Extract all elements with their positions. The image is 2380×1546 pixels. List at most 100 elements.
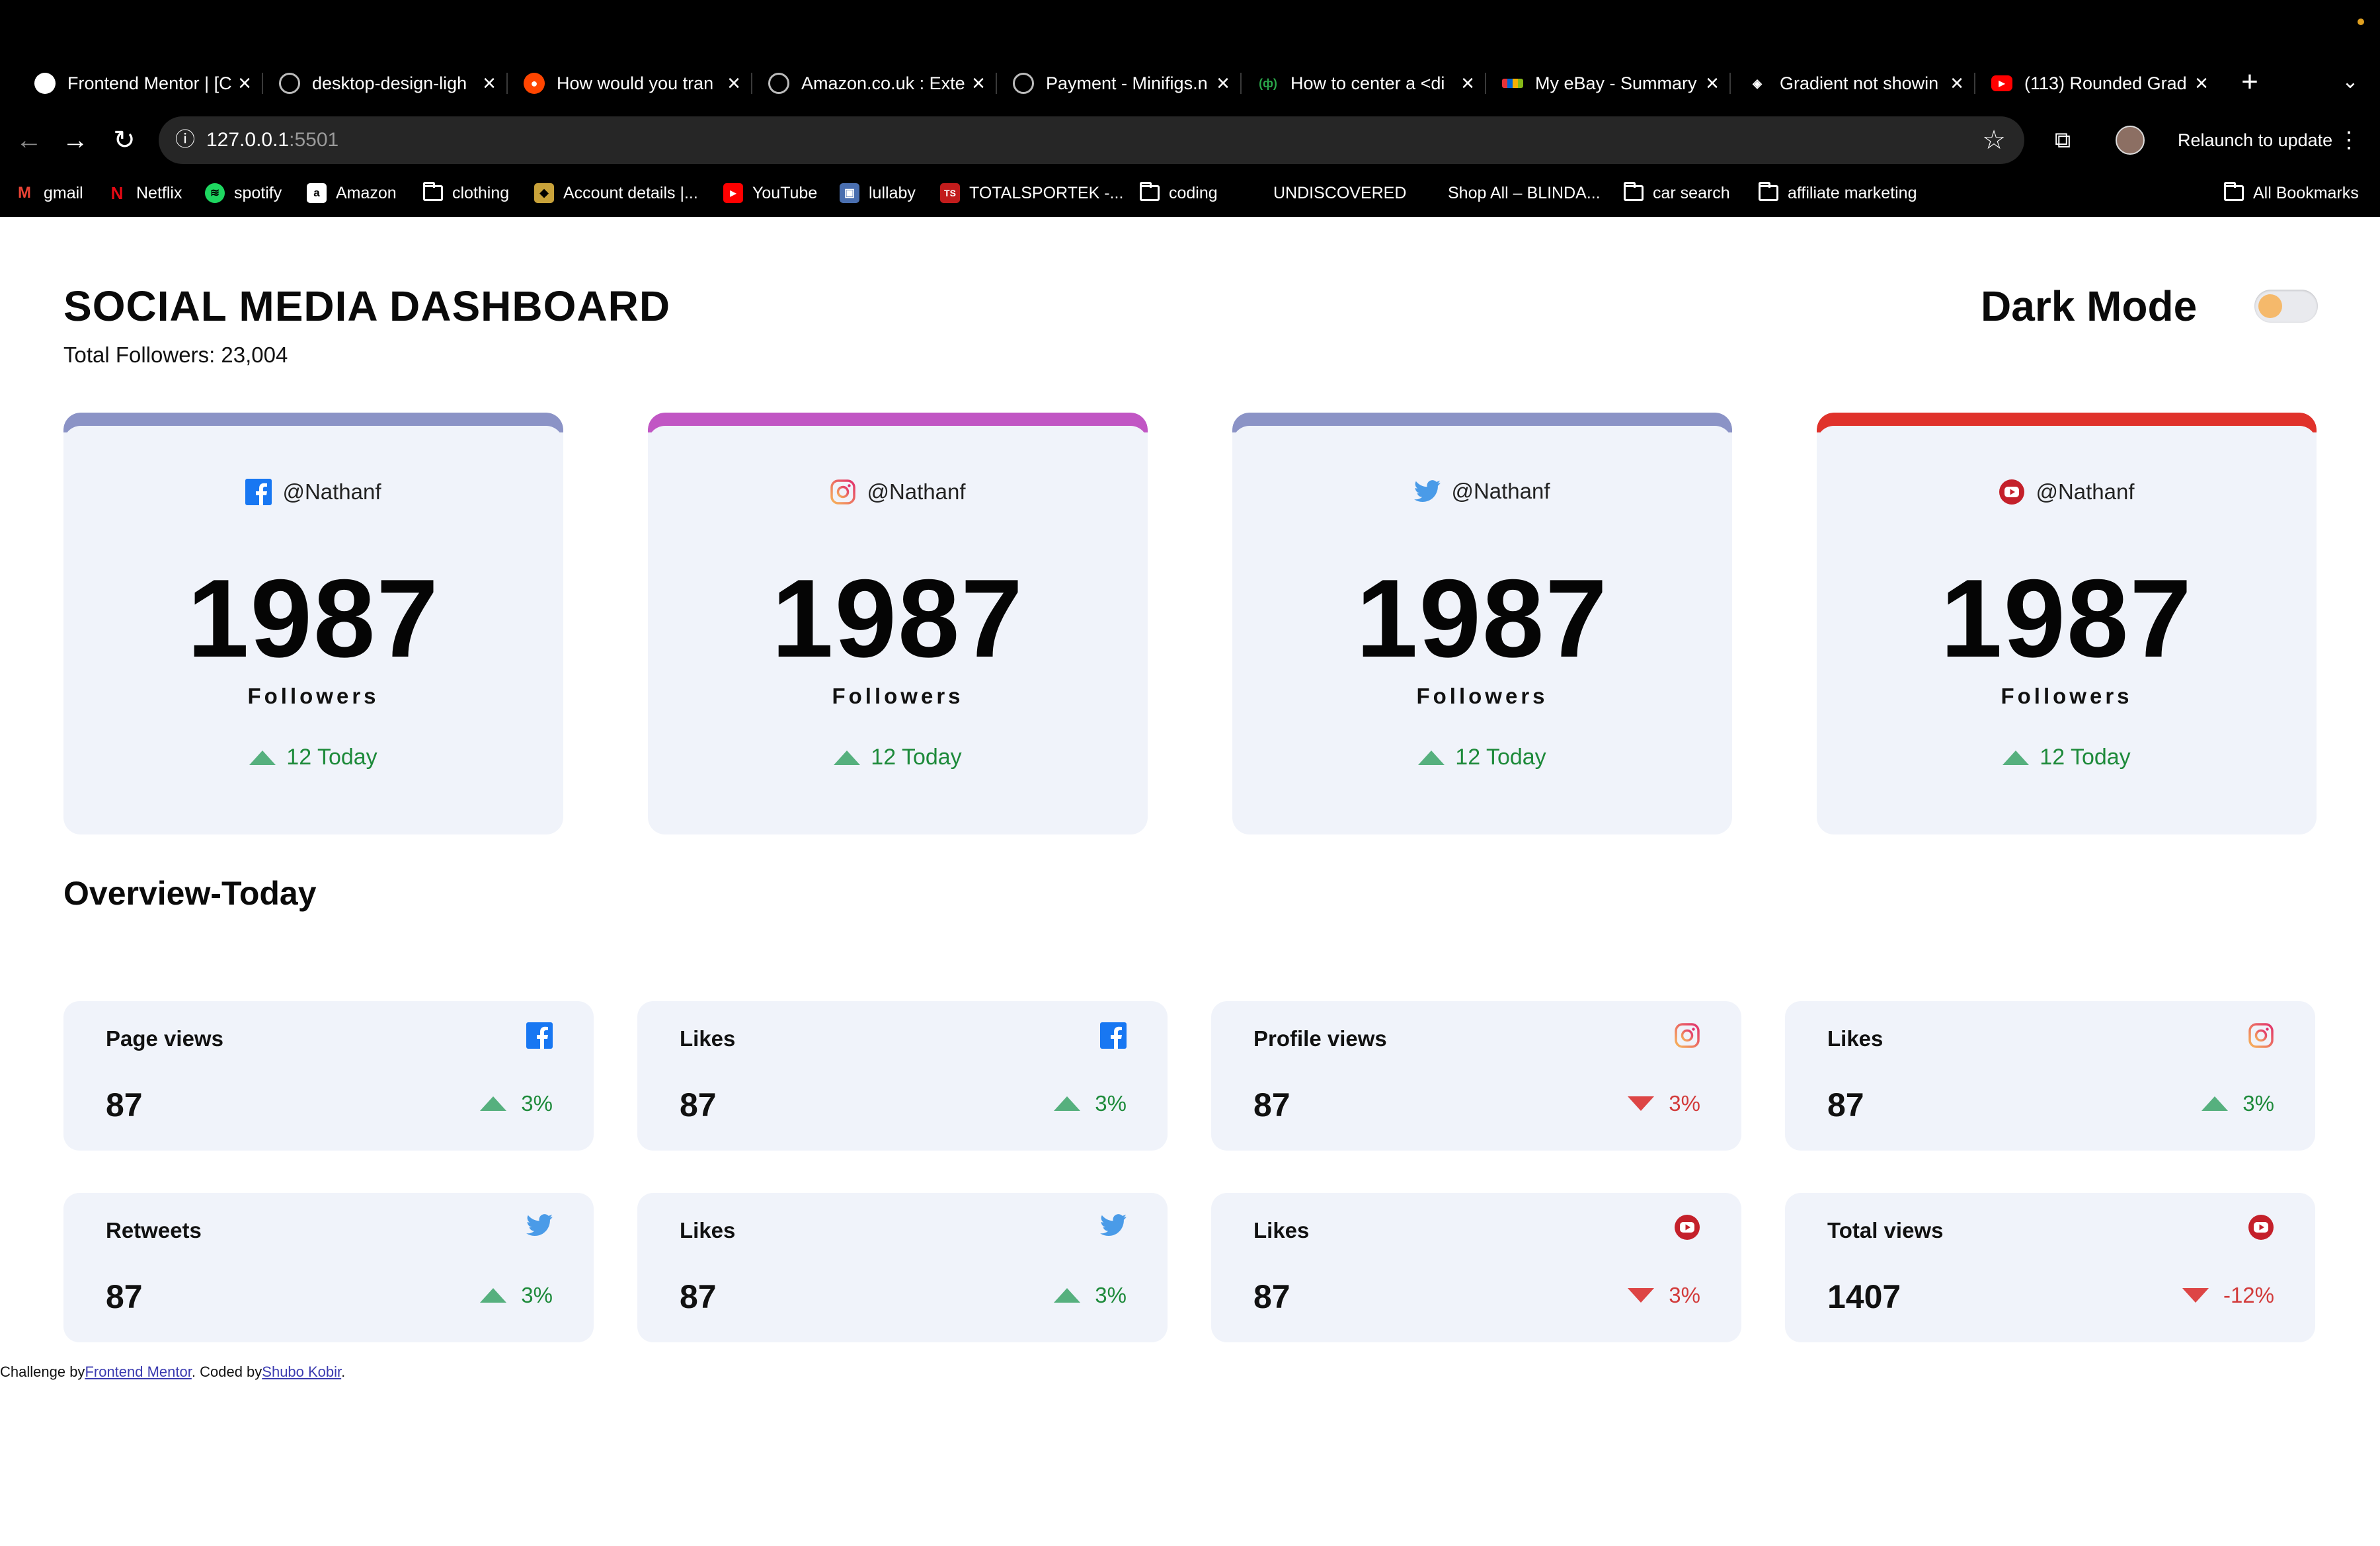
overview-change: 3% bbox=[1054, 1283, 1127, 1308]
overview-label: Profile views bbox=[1253, 1026, 1387, 1051]
follower-card-twitter[interactable]: @Nathanf 1987 Followers 12 Today bbox=[1232, 413, 1732, 834]
overview-card-facebook-likes[interactable]: Likes 87 3% bbox=[637, 1001, 1168, 1151]
relaunch-button[interactable]: Relaunch to update ⋮ bbox=[2166, 122, 2367, 159]
close-icon[interactable]: × bbox=[2188, 72, 2215, 95]
image-icon: ▣ bbox=[840, 183, 859, 203]
bookmark-amazon[interactable]: a Amazon bbox=[307, 180, 397, 206]
dark-mode-toggle[interactable] bbox=[2254, 290, 2318, 323]
overview-label: Total views bbox=[1827, 1218, 1944, 1242]
folder-icon bbox=[2224, 182, 2244, 201]
folder-icon bbox=[1759, 182, 1778, 201]
bookmark-folder-clothing[interactable]: clothing bbox=[423, 180, 509, 206]
globe-icon bbox=[1013, 73, 1034, 94]
bookmark-shop-all[interactable]: Shop All – BLINDA... bbox=[1419, 180, 1601, 206]
twitter-icon bbox=[1414, 480, 1441, 503]
instagram-icon bbox=[1674, 1022, 1700, 1049]
overview-change: 3% bbox=[1628, 1091, 1700, 1116]
overview-label: Retweets bbox=[106, 1218, 202, 1242]
overview-label: Likes bbox=[1253, 1218, 1310, 1242]
new-tab-button[interactable]: + bbox=[2233, 62, 2266, 102]
site-info-icon[interactable]: ⓘ bbox=[169, 124, 201, 156]
facebook-icon bbox=[1100, 1022, 1127, 1049]
close-icon[interactable]: × bbox=[1210, 72, 1236, 95]
tab-search-button[interactable]: ⌄ bbox=[2334, 62, 2367, 102]
overview-value: 87 bbox=[680, 1278, 717, 1315]
bookmark-folder-car-search[interactable]: car search bbox=[1624, 180, 1730, 206]
forward-button[interactable]: → bbox=[56, 122, 95, 159]
tab-gradient[interactable]: ◈ Gradient not showin × bbox=[1737, 63, 1970, 103]
youtube-icon: ▶ bbox=[1991, 75, 2012, 91]
instagram-icon bbox=[830, 479, 856, 505]
card-handle: @Nathanf bbox=[1817, 479, 2317, 505]
tab-center-div[interactable]: (ф) How to center a <di × bbox=[1248, 63, 1481, 103]
bookmark-youtube[interactable]: ▶ YouTube bbox=[723, 180, 817, 206]
overview-card-profile-views[interactable]: Profile views 87 3% bbox=[1211, 1001, 1741, 1151]
arrow-up-icon bbox=[480, 1288, 506, 1303]
extensions-icon[interactable]: ⧉ bbox=[2043, 122, 2082, 159]
bookmark-undiscovered[interactable]: UNDISCOVERED bbox=[1244, 180, 1406, 206]
bookmark-star-icon[interactable]: ☆ bbox=[1977, 123, 2011, 157]
globe-icon bbox=[279, 73, 300, 94]
followers-label: Followers bbox=[832, 684, 964, 708]
tab-frontend-mentor[interactable]: Frontend Mentor | [C × bbox=[25, 63, 258, 103]
reddit-icon: ● bbox=[524, 73, 545, 94]
tab-youtube[interactable]: ▶ (113) Rounded Grad × bbox=[1982, 63, 2215, 103]
bookmark-gmail[interactable]: Mgmail bbox=[15, 180, 83, 206]
tab-separator bbox=[996, 73, 997, 94]
bookmark-account-details[interactable]: ◆ Account details |... bbox=[534, 180, 698, 206]
today-change: 12 Today bbox=[1232, 745, 1732, 770]
arrow-up-icon bbox=[2003, 751, 2029, 765]
bookmark-netflix[interactable]: N Netflix bbox=[107, 180, 182, 206]
overview-value: 87 bbox=[680, 1086, 717, 1123]
close-icon[interactable]: × bbox=[1454, 72, 1481, 95]
tab-ebay[interactable]: My eBay - Summary × bbox=[1493, 63, 1726, 103]
all-bookmarks-button[interactable]: All Bookmarks bbox=[2224, 180, 2359, 206]
reload-button[interactable]: ↻ bbox=[104, 122, 144, 159]
tab-amazon[interactable]: Amazon.co.uk : Exte × bbox=[759, 63, 992, 103]
bookmark-folder-affiliate[interactable]: affiliate marketing bbox=[1759, 180, 1917, 206]
overview-card-page-views[interactable]: Page views 87 3% bbox=[63, 1001, 594, 1151]
close-icon[interactable]: × bbox=[476, 72, 502, 95]
close-icon[interactable]: × bbox=[1944, 72, 1970, 95]
follower-card-youtube[interactable]: @Nathanf 1987 Followers 12 Today bbox=[1817, 413, 2317, 834]
overview-card-youtube-likes[interactable]: Likes 87 3% bbox=[1211, 1193, 1741, 1342]
author-link[interactable]: Shubo Kobir bbox=[262, 1363, 341, 1380]
twitter-icon bbox=[526, 1214, 553, 1237]
tab-title: (113) Rounded Grad bbox=[2024, 73, 2187, 93]
overview-change: 3% bbox=[480, 1091, 553, 1116]
overview-card-retweets[interactable]: Retweets 87 3% bbox=[63, 1193, 594, 1342]
follower-card-facebook[interactable]: @Nathanf 1987 Followers 12 Today bbox=[63, 413, 563, 834]
browser-toolbar: ← → ↻ ⓘ 127.0.0.1:5501 ☆ ⧉ Relaunch to u… bbox=[0, 112, 2380, 168]
overview-value: 87 bbox=[1253, 1086, 1290, 1123]
followers-label: Followers bbox=[2001, 684, 2133, 708]
follower-card-instagram[interactable]: @Nathanf 1987 Followers 12 Today bbox=[648, 413, 1148, 834]
arrow-up-icon bbox=[1054, 1288, 1080, 1303]
tab-desktop-design[interactable]: desktop-design-ligh × bbox=[270, 63, 502, 103]
blank-icon bbox=[1244, 183, 1264, 203]
close-icon[interactable]: × bbox=[231, 72, 258, 95]
overview-card-instagram-likes[interactable]: Likes 87 3% bbox=[1785, 1001, 2315, 1151]
frontend-mentor-link[interactable]: Frontend Mentor bbox=[85, 1363, 191, 1380]
more-menu-icon[interactable]: ⋮ bbox=[2338, 122, 2360, 159]
back-button[interactable]: ← bbox=[9, 122, 49, 159]
follower-count: 1987 bbox=[1356, 556, 1608, 680]
bookmark-totalsportek[interactable]: TS TOTALSPORTEK -... bbox=[940, 180, 1123, 206]
overview-card-twitter-likes[interactable]: Likes 87 3% bbox=[637, 1193, 1168, 1342]
tab-reddit[interactable]: ● How would you tran × bbox=[514, 63, 747, 103]
tab-separator bbox=[1240, 73, 1242, 94]
bookmark-lullaby[interactable]: ▣ lullaby bbox=[840, 180, 916, 206]
arrow-up-icon bbox=[1054, 1096, 1080, 1111]
avatar[interactable] bbox=[2116, 126, 2145, 155]
today-change: 12 Today bbox=[1817, 745, 2317, 770]
close-icon[interactable]: × bbox=[1699, 72, 1726, 95]
tab-payment[interactable]: Payment - Minifigs.n × bbox=[1004, 63, 1236, 103]
address-bar[interactable]: ⓘ 127.0.0.1:5501 ☆ bbox=[159, 116, 2024, 164]
close-icon[interactable]: × bbox=[965, 72, 992, 95]
follower-count: 1987 bbox=[772, 556, 1024, 680]
twitter-icon bbox=[1100, 1214, 1127, 1237]
youtube-icon bbox=[1999, 479, 2025, 505]
bookmark-spotify[interactable]: ≋ spotify bbox=[205, 180, 282, 206]
overview-card-total-views[interactable]: Total views 1407 -12% bbox=[1785, 1193, 2315, 1342]
close-icon[interactable]: × bbox=[721, 72, 747, 95]
bookmark-folder-coding[interactable]: coding bbox=[1140, 180, 1218, 206]
